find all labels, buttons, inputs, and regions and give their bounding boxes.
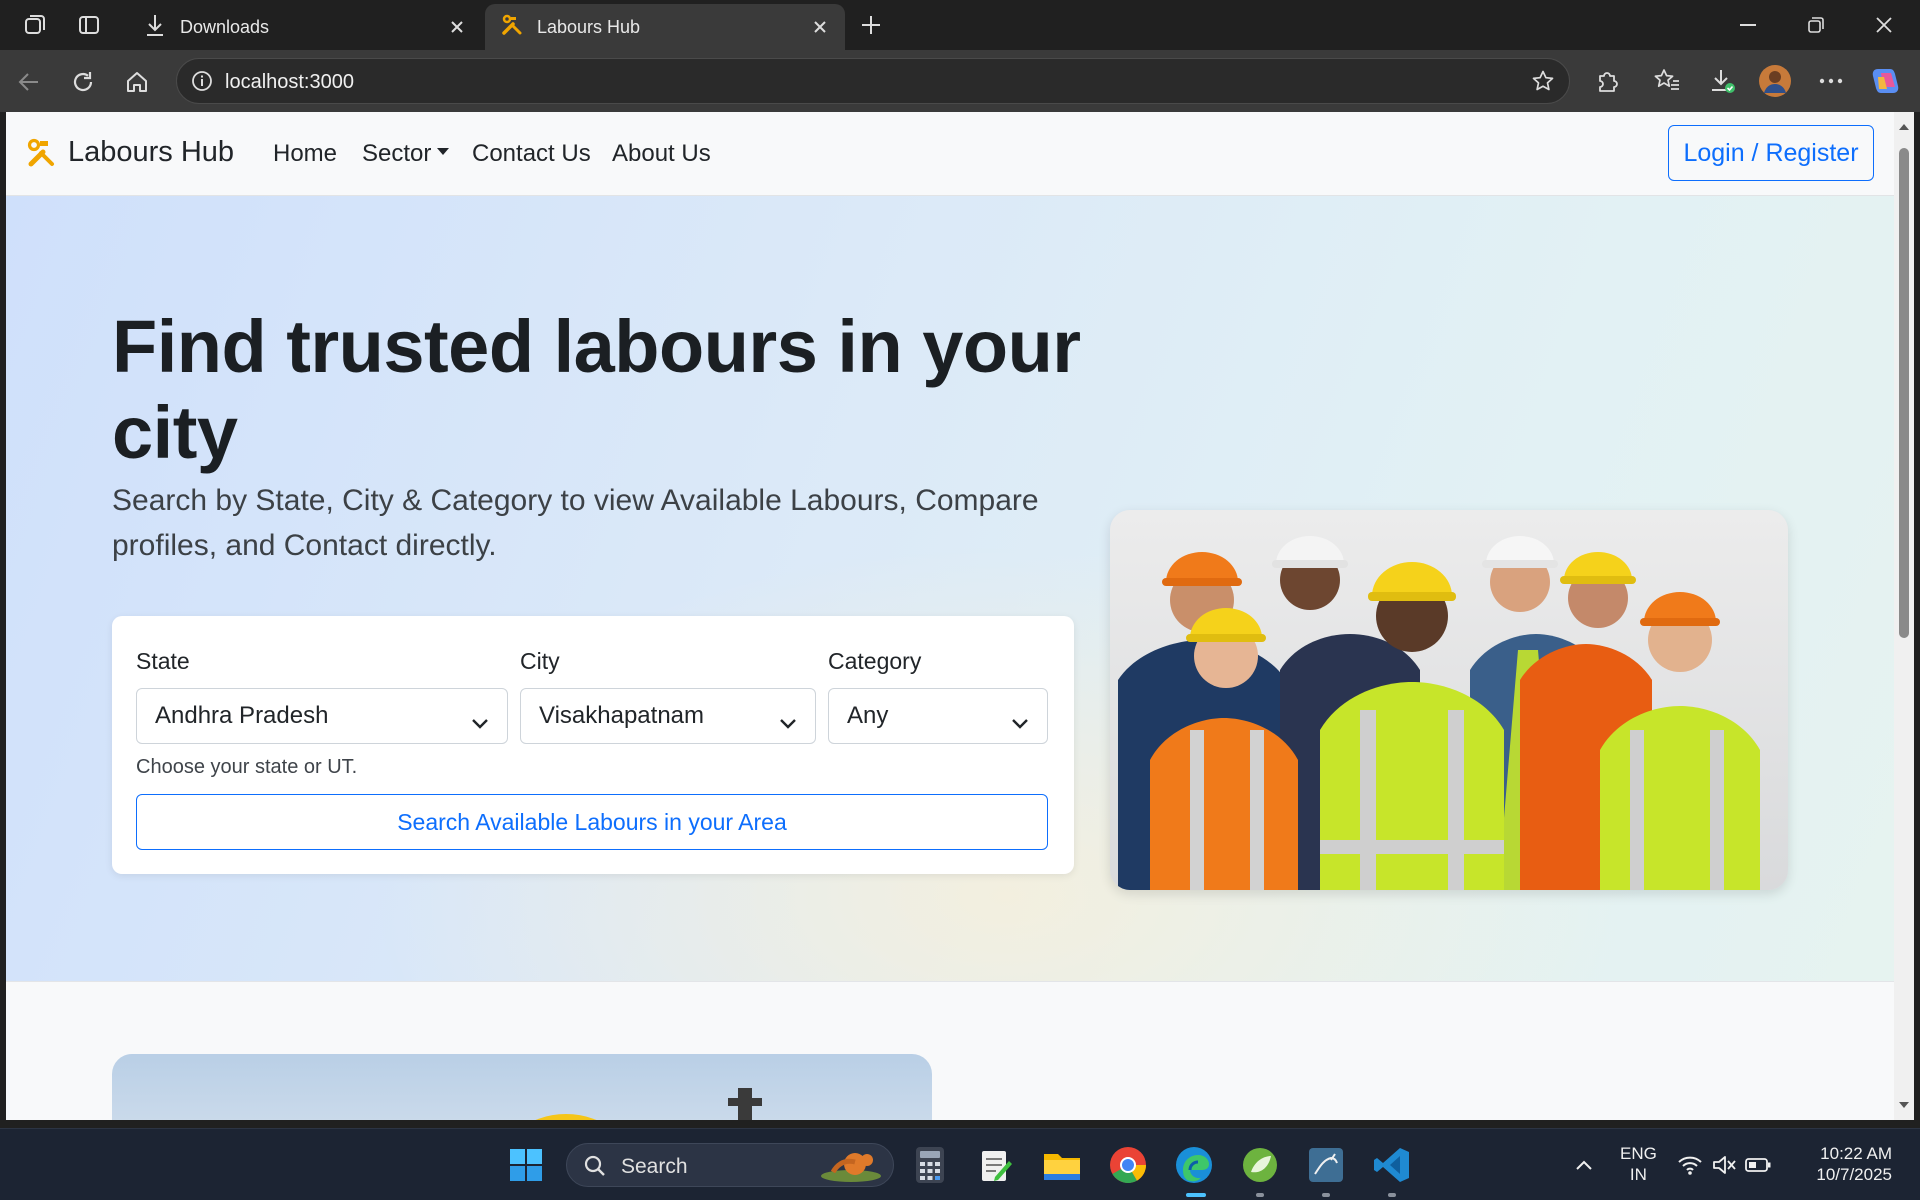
windows-taskbar: Search ENG IN 10:22 AM 10/7/2025: [0, 1128, 1920, 1200]
copilot-icon[interactable]: [1868, 64, 1902, 98]
taskbar-clock[interactable]: 10:22 AM 10/7/2025: [1796, 1143, 1892, 1185]
refresh-icon[interactable]: [66, 65, 100, 99]
chevron-up-icon[interactable]: [1560, 1141, 1608, 1189]
mute-icon[interactable]: [1708, 1141, 1740, 1189]
close-icon[interactable]: [809, 16, 831, 38]
more-icon[interactable]: [1814, 64, 1848, 98]
hero-section: Find trusted labours in your city Search…: [6, 196, 1894, 982]
page-scrollbar[interactable]: [1894, 112, 1914, 1120]
close-icon[interactable]: [446, 16, 468, 38]
file-explorer-icon[interactable]: [1038, 1141, 1086, 1189]
clock-date: 10/7/2025: [1816, 1165, 1892, 1184]
address-bar[interactable]: localhost:3000: [176, 58, 1570, 104]
hero-subtitle: Search by State, City & Category to view…: [112, 484, 1039, 562]
running-app-indicator: [1322, 1193, 1330, 1197]
clock-time: 10:22 AM: [1820, 1144, 1892, 1163]
language-line2: IN: [1629, 1165, 1647, 1184]
notepad-icon[interactable]: [972, 1141, 1020, 1189]
city-select-value: Visakhapatnam: [539, 702, 704, 729]
back-icon[interactable]: [12, 65, 46, 99]
edge-icon[interactable]: [1170, 1141, 1218, 1189]
restore-icon[interactable]: [1786, 8, 1846, 42]
battery-icon[interactable]: [1742, 1141, 1774, 1189]
scrollbar-thumb[interactable]: [1899, 148, 1909, 638]
chevron-down-icon: [1011, 709, 1029, 737]
tab-label: Downloads: [180, 16, 270, 37]
scroll-down-icon[interactable]: [1897, 1098, 1911, 1112]
wifi-icon[interactable]: [1674, 1141, 1706, 1189]
search-icon: [583, 1154, 607, 1184]
windows-start-icon[interactable]: [502, 1141, 550, 1189]
taskbar-search-box[interactable]: Search: [566, 1143, 894, 1187]
profile-icon[interactable]: [1758, 64, 1792, 98]
star-icon[interactable]: [1531, 69, 1555, 98]
info-icon[interactable]: [191, 70, 213, 97]
login-register-button[interactable]: Login / Register: [1668, 125, 1874, 181]
close-window-icon[interactable]: [1854, 8, 1914, 42]
nav-home[interactable]: Home: [273, 140, 337, 168]
search-form-card: State Andhra Pradesh City Visakhapatnam …: [112, 616, 1074, 874]
tab-label: Labours Hub: [537, 16, 641, 37]
search-highlight-icon: [811, 1148, 883, 1190]
category-label: Category: [828, 648, 922, 674]
calculator-icon[interactable]: [906, 1141, 954, 1189]
browser-tab-bar: Downloads Labours Hub: [0, 0, 1920, 50]
category-select-value: Any: [847, 702, 889, 729]
search-labours-button[interactable]: Search Available Labours in your Area: [136, 794, 1048, 850]
workers-group-photo: [1110, 510, 1788, 890]
downloads-icon[interactable]: [1706, 64, 1740, 98]
spring-icon[interactable]: [1236, 1141, 1284, 1189]
page-viewport: Labours Hub Home Sector Contact Us About…: [6, 112, 1894, 1120]
city-label: City: [520, 648, 560, 674]
hammer-wrench-icon: [26, 138, 56, 168]
scroll-up-icon[interactable]: [1897, 120, 1911, 134]
chevron-down-icon: [779, 709, 797, 737]
vscode-icon[interactable]: [1368, 1141, 1416, 1189]
tab-actions-icon[interactable]: [74, 10, 104, 40]
brand-link[interactable]: Labours Hub: [26, 136, 234, 169]
taskbar-search-label: Search: [621, 1155, 688, 1178]
site-navbar: Labours Hub Home Sector Contact Us About…: [6, 112, 1894, 196]
running-app-indicator: [1388, 1193, 1396, 1197]
hammer-wrench-icon: [501, 14, 523, 41]
hero-title: Find trusted labours in your city: [112, 305, 1081, 474]
language-line1: ENG: [1620, 1144, 1657, 1163]
section-image-preview: [112, 1054, 932, 1120]
city-select[interactable]: Visakhapatnam: [520, 688, 816, 744]
nav-about-us[interactable]: About Us: [612, 140, 711, 168]
nav-sector-dropdown[interactable]: Sector: [362, 140, 450, 168]
state-label: State: [136, 648, 190, 674]
extensions-icon[interactable]: [1590, 64, 1624, 98]
active-app-indicator: [1186, 1193, 1206, 1197]
state-select[interactable]: Andhra Pradesh: [136, 688, 508, 744]
category-select[interactable]: Any: [828, 688, 1048, 744]
url-text: localhost:3000: [225, 71, 354, 93]
minimize-icon[interactable]: [1718, 8, 1778, 42]
chevron-down-icon: [471, 709, 489, 737]
chrome-icon[interactable]: [1104, 1141, 1152, 1189]
workspaces-icon[interactable]: [20, 10, 50, 40]
language-indicator[interactable]: ENG IN: [1620, 1143, 1657, 1185]
brand-name: Labours Hub: [68, 136, 235, 168]
tab-downloads[interactable]: Downloads: [128, 4, 482, 50]
favorites-icon[interactable]: [1650, 64, 1684, 98]
caret-down-icon: [437, 148, 450, 156]
nav-sector-label: Sector: [362, 140, 432, 167]
new-tab-icon[interactable]: [856, 10, 886, 40]
nav-contact-us[interactable]: Contact Us: [472, 140, 591, 168]
tab-labours-hub[interactable]: Labours Hub: [485, 4, 845, 50]
state-select-value: Andhra Pradesh: [155, 702, 329, 729]
home-icon[interactable]: [120, 65, 154, 99]
running-app-indicator: [1256, 1193, 1264, 1197]
mysql-icon[interactable]: [1302, 1141, 1350, 1189]
download-icon: [144, 13, 166, 42]
state-help-text: Choose your state or UT.: [136, 756, 358, 778]
